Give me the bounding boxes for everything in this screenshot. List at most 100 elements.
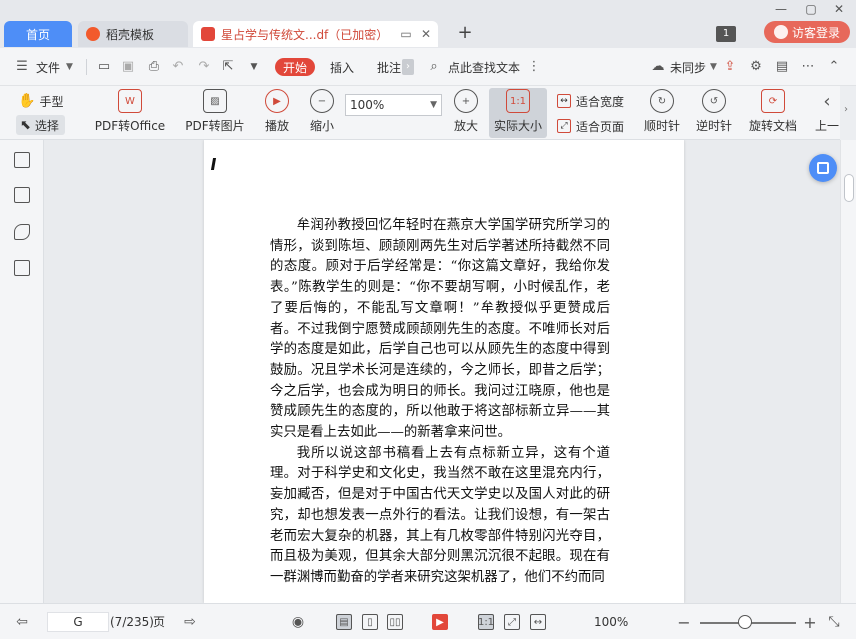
scrollbar-thumb[interactable]	[844, 174, 854, 202]
rotate-document-button[interactable]: ⟳ 旋转文档	[746, 88, 800, 138]
actual-size-button[interactable]: 1:1 实际大小	[489, 88, 547, 138]
export-icon[interactable]: ⇱	[220, 59, 236, 75]
annotation-pen-icon[interactable]	[14, 224, 30, 240]
tab-home[interactable]: 首页	[4, 21, 72, 47]
fullscreen-icon[interactable]: ⤡	[826, 614, 842, 630]
pdf-to-office-button[interactable]: W PDF转Office	[88, 88, 172, 138]
open-folder-icon[interactable]: ▭	[96, 59, 112, 75]
zoom-in-button[interactable]: + 放大	[448, 88, 484, 138]
new-tab-icon[interactable]: +	[455, 24, 475, 44]
page-number-input[interactable]: G	[47, 612, 109, 632]
close-tab-icon[interactable]: ✕	[418, 26, 434, 42]
more-dropdown-icon[interactable]: ▼	[246, 59, 262, 75]
rotate-counterclockwise-button[interactable]: ↺ 逆时针	[694, 88, 734, 138]
page-text: 牟润孙教授回忆年轻时在燕京大学国学研究所学习的情形，谈到陈垣、顾颉刚两先生对后学…	[270, 216, 610, 589]
tab-document[interactable]: 星占学与传统文...df（已加密） ▭ ✕	[193, 21, 438, 47]
previous-page-icon[interactable]: ⇦	[14, 614, 30, 630]
minimize-icon[interactable]: —	[770, 2, 792, 16]
chevron-down-icon: ▼	[710, 62, 717, 72]
menu-annotate-tab[interactable]: 批注	[377, 57, 401, 77]
zoom-out-icon[interactable]: −	[676, 613, 692, 632]
chevron-left-icon: ‹	[823, 90, 831, 112]
toolbar-scroll[interactable]: ›	[840, 86, 856, 140]
menu-start-tab[interactable]: 开始	[275, 58, 315, 76]
vertical-scrollbar[interactable]	[840, 140, 856, 603]
close-window-icon[interactable]: ✕	[828, 2, 850, 16]
actual-size-icon[interactable]: 1:1	[478, 614, 494, 630]
window-popout-icon[interactable]: ▭	[398, 26, 414, 42]
more-vertical-icon[interactable]: ⋮	[526, 59, 542, 75]
previous-page-button[interactable]: ‹ 上一	[814, 88, 840, 138]
pdf-to-office-icon: W	[118, 89, 142, 113]
zoom-out-icon: −	[310, 89, 334, 113]
chevron-right-icon[interactable]: ›	[402, 59, 414, 75]
play-button[interactable]: ▶ 播放	[258, 88, 296, 138]
paragraph: 我所以说这部书稿看上去有点标新立异，这有个道理。对于科学史和文化史，我当然不敢在…	[270, 445, 610, 585]
sync-status-label: 未同步	[670, 60, 707, 75]
zoom-slider-knob[interactable]	[738, 615, 752, 629]
hand-tool[interactable]: ✋ 手型	[18, 91, 63, 111]
hamburger-icon[interactable]: ☰	[14, 59, 30, 75]
play-icon: ▶	[265, 89, 289, 113]
document-viewport[interactable]: 牟润孙教授回忆年轻时在燕京大学国学研究所学习的情形，谈到陈垣、顾颉刚两先生对后学…	[44, 140, 840, 603]
fit-page-button[interactable]: ⤢ 适合页面	[557, 116, 624, 136]
chevron-right-icon: ›	[844, 104, 848, 115]
hand-tool-label: 手型	[39, 94, 64, 109]
share-icon[interactable]: ⇪	[722, 59, 738, 75]
zoom-in-icon: +	[454, 89, 478, 113]
select-tool[interactable]: ⬉ 选择	[16, 115, 65, 135]
collapse-ribbon-icon[interactable]: ⌃	[826, 59, 842, 75]
print-icon[interactable]: ⎙	[146, 59, 162, 75]
single-page-icon[interactable]: ▯	[362, 614, 378, 630]
window-counter-badge[interactable]: 1	[716, 26, 736, 42]
zoom-level: 100%	[594, 615, 629, 629]
undo-icon[interactable]: ↶	[170, 59, 186, 75]
zoom-in-icon[interactable]: +	[802, 613, 818, 632]
pdf-to-image-label: PDF转图片	[185, 119, 245, 133]
docer-logo-icon	[86, 27, 100, 41]
eye-protection-icon[interactable]: ◉	[290, 614, 306, 630]
rotate-clockwise-icon: ↻	[650, 89, 674, 113]
previous-page-label: 上一	[814, 119, 839, 133]
fit-width-label: 适合宽度	[576, 94, 625, 109]
tab-template[interactable]: 稻壳模板	[78, 21, 188, 47]
hand-icon: ✋	[18, 93, 36, 109]
zoom-in-label: 放大	[453, 119, 478, 133]
rotate-document-label: 旋转文档	[748, 119, 797, 133]
save-icon[interactable]: ▣	[120, 59, 136, 75]
fit-width-icon[interactable]: ↔	[530, 614, 546, 630]
menu-file[interactable]: 文件 ▼	[36, 57, 73, 77]
thumbnail-icon[interactable]	[14, 187, 30, 203]
settings-gear-icon[interactable]: ⚙	[748, 59, 764, 75]
rotate-clockwise-button[interactable]: ↻ 顺时针	[642, 88, 682, 138]
search-text-button[interactable]: 点此查找文本	[448, 57, 520, 77]
maximize-icon[interactable]: ▢	[800, 2, 822, 16]
page-count: (7/235)	[110, 615, 154, 629]
zoom-select[interactable]: 100% ▼	[345, 94, 442, 116]
ribbon-toolbar: ✋ 手型 ⬉ 选择 W PDF转Office ▨ PDF转图片 ▶ 播放 − 缩…	[0, 86, 856, 140]
page-label: 页	[153, 615, 166, 629]
pdf-to-image-button[interactable]: ▨ PDF转图片	[182, 88, 248, 138]
continuous-view-icon[interactable]: ▤	[336, 614, 352, 630]
rotate-clockwise-label: 顺时针	[643, 119, 680, 133]
pdf-to-image-icon: ▨	[203, 89, 227, 113]
login-button[interactable]: 访客登录	[764, 21, 850, 43]
play-icon[interactable]: ▶	[432, 614, 448, 630]
outline-icon[interactable]	[14, 152, 30, 168]
zoom-out-button[interactable]: − 缩小	[304, 88, 340, 138]
tab-bar: 首页 稻壳模板 星占学与传统文...df（已加密） ▭ ✕ + — ▢ ✕ 1 …	[0, 0, 856, 48]
more-horizontal-icon[interactable]: ⋯	[800, 59, 816, 75]
redo-icon[interactable]: ↷	[196, 59, 212, 75]
pdf-file-icon	[201, 27, 215, 41]
floating-translate-button[interactable]	[809, 154, 837, 182]
next-page-icon[interactable]: ⇨	[182, 614, 198, 630]
fit-page-icon[interactable]: ⤢	[504, 614, 520, 630]
fit-width-button[interactable]: ↔ 适合宽度	[557, 91, 624, 111]
menu-bar: ☰ 文件 ▼ ▭ ▣ ⎙ ↶ ↷ ⇱ ▼ 开始 插入 批注 › ⌕ 点此查找文本…	[0, 48, 856, 86]
zoom-select-value: 100%	[350, 98, 385, 112]
sync-status[interactable]: 未同步 ▼	[670, 57, 717, 77]
two-page-icon[interactable]: ▯▯	[387, 614, 403, 630]
word-convert-icon[interactable]	[14, 260, 30, 276]
menu-insert-tab[interactable]: 插入	[330, 57, 354, 77]
export-image-icon[interactable]: ▤	[774, 59, 790, 75]
